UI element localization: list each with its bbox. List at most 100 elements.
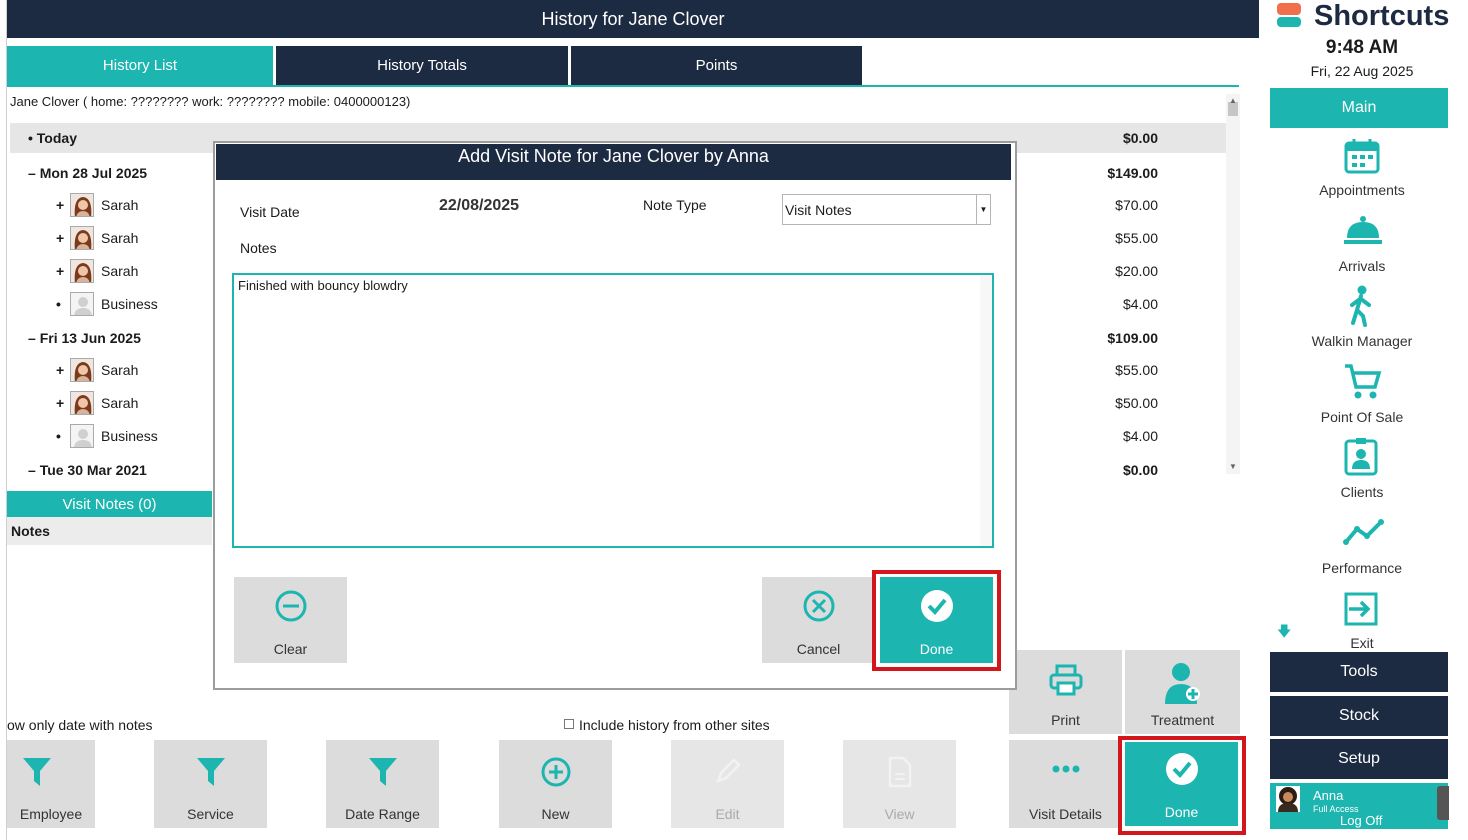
visit-details-button[interactable]: Visit Details	[1009, 740, 1122, 828]
show-only-notes-option[interactable]: ow only date with notes	[7, 717, 153, 733]
item-marker[interactable]: +	[56, 197, 64, 213]
clock-date: Fri, 22 Aug 2025	[1310, 63, 1414, 79]
sidebar-item-point-of-sale[interactable]: Point Of Sale	[1270, 351, 1454, 425]
performance-label: Performance	[1321, 560, 1403, 576]
user-avatar	[1276, 786, 1300, 812]
expand-marker[interactable]: •	[28, 130, 33, 146]
print-button[interactable]: Print	[1009, 650, 1122, 734]
cancel-button[interactable]: Cancel	[762, 577, 875, 663]
item-amount: $20.00	[1115, 263, 1158, 279]
visit-date-value[interactable]: 22/08/2025	[439, 197, 519, 215]
printer-icon	[1049, 664, 1082, 696]
expand-marker[interactable]: –	[28, 165, 36, 181]
scroll-down-icon[interactable]: 🡇	[1277, 621, 1291, 645]
cart-icon	[1345, 364, 1382, 399]
side-handle[interactable]	[1437, 786, 1449, 820]
sidebar-item-walkin-manager[interactable]: Walkin Manager	[1270, 275, 1454, 349]
user-name: Anna	[1313, 788, 1344, 803]
expand-marker[interactable]: –	[28, 330, 36, 346]
staff-name: Sarah	[101, 395, 139, 411]
scroll-down-arrow[interactable]: ▼	[1229, 462, 1237, 471]
date-range-filter-button[interactable]: Date Range	[326, 740, 439, 828]
item-amount: $55.00	[1115, 362, 1158, 378]
staff-name: Sarah	[101, 263, 139, 279]
staff-name: Business	[101, 296, 158, 312]
staff-avatar	[70, 292, 94, 316]
edit-label: Edit	[715, 806, 740, 822]
note-type-select[interactable]: Visit Notes ▼	[782, 194, 991, 225]
chevron-down-icon[interactable]: ▼	[976, 195, 990, 224]
bell-icon	[1344, 216, 1382, 244]
notes-textarea[interactable]: Finished with bouncy blowdry	[232, 273, 994, 548]
staff-avatar	[70, 226, 94, 250]
sidebar-item-performance[interactable]: Performance	[1270, 502, 1454, 576]
visit-details-label: Visit Details	[1029, 806, 1102, 822]
employee-filter-button[interactable]: Employee	[7, 740, 95, 828]
include-other-sites-checkbox[interactable]	[564, 719, 574, 729]
history-scrollbar[interactable]	[1226, 94, 1240, 474]
staff-avatar	[70, 358, 94, 382]
exit-icon	[1344, 592, 1378, 626]
staff-avatar	[70, 259, 94, 283]
calendar-icon	[1344, 139, 1380, 174]
user-panel[interactable]: Anna Full Access Log Off	[1270, 783, 1448, 829]
include-other-sites-label: Include history from other sites	[579, 717, 770, 733]
item-amount: $4.00	[1122, 296, 1158, 312]
group-label: • Today	[28, 130, 77, 146]
funnel-icon	[23, 758, 51, 786]
sidebar-item-arrivals[interactable]: Arrivals	[1270, 200, 1454, 274]
clear-button[interactable]: Clear	[234, 577, 347, 663]
expand-marker[interactable]: –	[28, 462, 36, 476]
appointments-label: Appointments	[1319, 182, 1405, 198]
done-button-highlight	[1118, 736, 1246, 835]
walking-person-icon	[1350, 285, 1371, 327]
notes-label: Notes	[240, 240, 277, 256]
staff-name: Sarah	[101, 230, 139, 246]
view-label: View	[884, 806, 915, 822]
staff-name: Business	[101, 428, 158, 444]
staff-name: Sarah	[101, 197, 139, 213]
main-menu-button[interactable]: Main	[1270, 88, 1448, 128]
visit-notes-header[interactable]: Visit Notes (0)	[7, 491, 212, 517]
treatment-button[interactable]: Treatment	[1125, 650, 1240, 734]
document-icon	[888, 756, 911, 788]
log-off-link[interactable]: Log Off	[1340, 813, 1382, 828]
note-type-label: Note Type	[643, 197, 707, 213]
notes-scrollbar[interactable]	[980, 276, 992, 546]
scroll-up-arrow[interactable]: ▲	[1229, 96, 1237, 105]
plus-circle-icon	[541, 757, 570, 787]
more-dots-icon	[1052, 765, 1079, 773]
edit-button[interactable]: Edit	[671, 740, 784, 828]
service-filter-button[interactable]: Service	[154, 740, 267, 828]
minus-circle-icon	[275, 590, 306, 622]
point-of-sale-label: Point Of Sale	[1320, 409, 1404, 425]
group-amount: $109.00	[1107, 330, 1158, 346]
note-type-value: Visit Notes	[785, 202, 852, 218]
tools-button[interactable]: Tools	[1270, 652, 1448, 692]
x-circle-icon	[803, 590, 834, 622]
sidebar-item-appointments[interactable]: Appointments	[1270, 124, 1454, 198]
item-amount: $70.00	[1115, 197, 1158, 213]
item-marker[interactable]: +	[56, 395, 64, 411]
item-marker[interactable]: +	[56, 263, 64, 279]
cancel-label: Cancel	[796, 641, 841, 657]
view-button[interactable]: View	[843, 740, 956, 828]
staff-name: Sarah	[101, 362, 139, 378]
employee-label: Employee	[19, 806, 83, 822]
setup-button[interactable]: Setup	[1270, 739, 1448, 779]
group-label: – Mon 28 Jul 2025	[28, 165, 148, 181]
new-button[interactable]: New	[499, 740, 612, 828]
stock-button[interactable]: Stock	[1270, 696, 1448, 736]
clients-label: Clients	[1340, 484, 1384, 500]
clear-label: Clear	[273, 641, 308, 657]
sidebar-title: Shortcuts	[1314, 0, 1450, 32]
item-marker[interactable]: •	[56, 428, 61, 444]
item-amount: $4.00	[1122, 428, 1158, 444]
item-marker[interactable]: +	[56, 230, 64, 246]
treatment-label: Treatment	[1150, 712, 1215, 728]
service-label: Service	[187, 806, 234, 822]
item-marker[interactable]: •	[56, 296, 61, 312]
sidebar-item-clients[interactable]: Clients	[1270, 426, 1454, 500]
item-marker[interactable]: +	[56, 362, 64, 378]
sidebar-item-exit[interactable]: Exit	[1270, 577, 1454, 651]
